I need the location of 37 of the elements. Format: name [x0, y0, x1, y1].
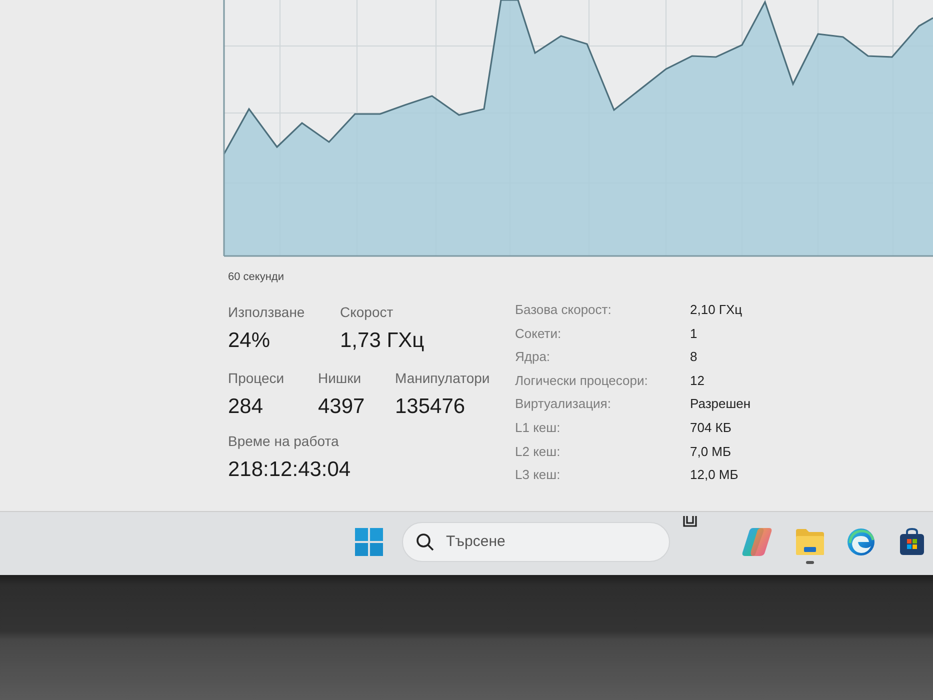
detail-label: Базова скорост: — [515, 301, 612, 320]
stat-label: Манипулатори — [395, 370, 490, 387]
detail-value: 12,0 МБ — [690, 466, 738, 484]
stat-value: 4397 — [318, 394, 365, 419]
detail-label: L2 кеш: — [515, 442, 562, 461]
detail-value: 2,10 ГХц — [690, 301, 742, 320]
stat-value: 218:12:43:04 — [228, 457, 351, 482]
detail-label: Ядра: — [515, 348, 552, 366]
detail-label: L1 кеш: — [515, 419, 562, 438]
stat-label: Нишки — [318, 370, 362, 387]
stat-label: Време на работа — [228, 433, 339, 450]
stat-label: Използване — [228, 304, 305, 321]
stat-label: Скорост — [340, 304, 394, 321]
detail-label: Виртуализация: — [515, 395, 612, 414]
detail-value: 704 КБ — [690, 419, 732, 438]
stat-value: 24% — [228, 328, 270, 353]
stat-label: Процеси — [228, 370, 284, 387]
circle-swirl-icon[interactable] — [847, 528, 875, 556]
stat-value: 284 — [228, 394, 264, 419]
detail-value: 7,0 МБ — [690, 442, 732, 461]
detail-value: Разрешен — [690, 395, 751, 414]
search-icon — [416, 532, 434, 550]
detail-value: 12 — [690, 372, 704, 390]
detail-label: Логически процесори: — [515, 372, 649, 390]
shopping-bag-icon[interactable] — [899, 528, 925, 556]
search-field[interactable]: Търсене — [402, 522, 670, 562]
four-squares-icon[interactable] — [355, 528, 383, 556]
stat-value: 135476 — [395, 394, 466, 419]
bracket-icon[interactable] — [683, 516, 697, 528]
detail-value: 8 — [690, 348, 698, 366]
detail-value: 1 — [690, 324, 698, 343]
folder-icon[interactable] — [795, 528, 825, 556]
colorful-logo-icon[interactable] — [741, 526, 773, 556]
detail-label: L3 кеш: — [515, 466, 562, 484]
graph-time-label: 60 секунди — [228, 271, 284, 283]
stat-value: 1,73 ГХц — [340, 328, 424, 353]
detail-label: Сокети: — [515, 324, 562, 343]
